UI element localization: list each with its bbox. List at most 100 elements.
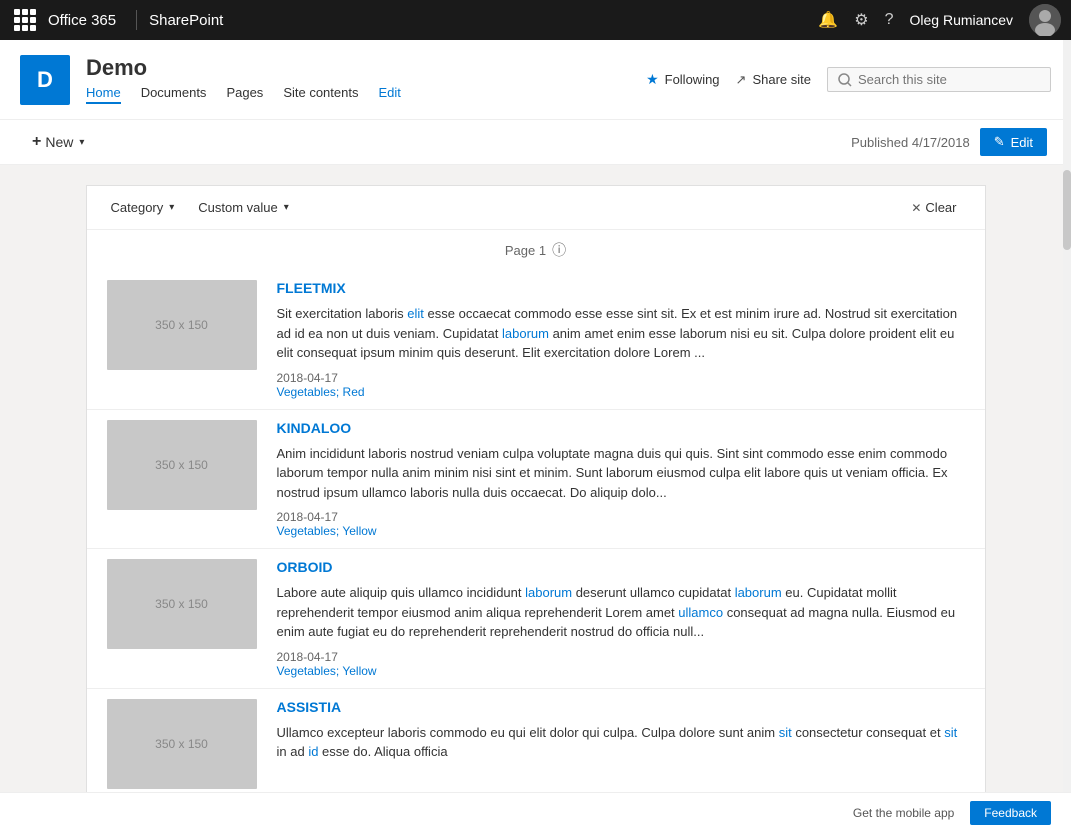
toolbar-right: Published 4/17/2018 ✎ Edit xyxy=(851,128,1047,156)
published-label: Published 4/17/2018 xyxy=(851,135,970,150)
main-content: Category ▾ Custom value ▾ ✕ Clear Page 1… xyxy=(0,165,1071,795)
nav-site-contents[interactable]: Site contents xyxy=(283,85,358,104)
item-4-excerpt: Ullamco excepteur laboris commodo eu qui… xyxy=(277,723,965,762)
item-3-content: ORBOID Labore aute aliquip quis ullamco … xyxy=(277,559,965,678)
search-icon xyxy=(838,73,852,87)
topbar: Office 365 SharePoint 🔔 ⚙ ? Oleg Rumianc… xyxy=(0,0,1071,40)
thumb-4-label: 350 x 150 xyxy=(155,737,208,751)
following-label: Following xyxy=(665,72,720,87)
share-icon: ↗ xyxy=(736,72,747,88)
item-3-date: 2018-04-17 xyxy=(277,650,965,664)
content-card: Category ▾ Custom value ▾ ✕ Clear Page 1… xyxy=(86,185,986,795)
custom-value-chevron-icon: ▾ xyxy=(284,202,289,213)
thumb-3-label: 350 x 150 xyxy=(155,597,208,611)
list-item: 350 x 150 ORBOID Labore aute aliquip qui… xyxy=(87,549,985,689)
item-3-thumbnail: 350 x 150 xyxy=(107,559,257,649)
app-name[interactable]: Office 365 xyxy=(48,12,116,29)
item-4-thumbnail: 350 x 150 xyxy=(107,699,257,789)
list-item: 350 x 150 FLEETMIX Sit exercitation labo… xyxy=(87,270,985,410)
nav-documents[interactable]: Documents xyxy=(141,85,207,104)
nav-pages[interactable]: Pages xyxy=(226,85,263,104)
waffle-menu[interactable] xyxy=(10,5,40,35)
item-2-category[interactable]: Vegetables; Yellow xyxy=(277,524,965,538)
item-2-thumbnail: 350 x 150 xyxy=(107,420,257,510)
new-chevron-icon: ▾ xyxy=(79,137,84,148)
site-name[interactable]: SharePoint xyxy=(149,12,223,29)
user-avatar[interactable] xyxy=(1029,4,1061,36)
item-1-category[interactable]: Vegetables; Red xyxy=(277,385,965,399)
new-button[interactable]: + New ▾ xyxy=(24,129,92,155)
edit-button[interactable]: ✎ Edit xyxy=(980,128,1047,156)
item-4-title[interactable]: ASSISTIA xyxy=(277,699,965,715)
filter-bar: Category ▾ Custom value ▾ ✕ Clear xyxy=(87,186,985,230)
item-3-link-2[interactable]: laborum xyxy=(735,585,782,600)
category-chevron-icon: ▾ xyxy=(169,202,174,213)
item-2-title[interactable]: KINDALOO xyxy=(277,420,965,436)
following-button[interactable]: ★ Following xyxy=(646,71,719,88)
item-3-category[interactable]: Vegetables; Yellow xyxy=(277,664,965,678)
edit-label: Edit xyxy=(1011,135,1033,150)
waffle-grid-icon xyxy=(14,9,36,31)
help-icon[interactable]: ? xyxy=(885,11,894,29)
custom-value-filter[interactable]: Custom value ▾ xyxy=(194,198,293,217)
share-label: Share site xyxy=(752,72,811,87)
scrollbar[interactable] xyxy=(1063,40,1071,792)
feedback-button[interactable]: Feedback xyxy=(970,801,1051,825)
avatar-icon xyxy=(1029,4,1061,36)
item-1-excerpt: Sit exercitation laboris elit esse occae… xyxy=(277,304,965,363)
thumb-1-label: 350 x 150 xyxy=(155,318,208,332)
clear-x-icon: ✕ xyxy=(911,201,921,215)
site-logo-initial: D xyxy=(37,67,53,93)
item-3-link-1[interactable]: laborum xyxy=(525,585,572,600)
site-search[interactable] xyxy=(827,67,1051,92)
item-3-title[interactable]: ORBOID xyxy=(277,559,965,575)
site-title-nav: Demo Home Documents Pages Site contents … xyxy=(86,55,401,104)
site-header: D Demo Home Documents Pages Site content… xyxy=(0,40,1071,120)
scrollbar-thumb[interactable] xyxy=(1063,170,1071,250)
mobile-app-link[interactable]: Get the mobile app xyxy=(853,806,954,820)
page-label: Page 1 xyxy=(505,243,546,258)
site-header-right: ★ Following ↗ Share site xyxy=(646,67,1051,92)
topbar-right: 🔔 ⚙ ? Oleg Rumiancev xyxy=(818,4,1061,36)
list-item: 350 x 150 ASSISTIA Ullamco excepteur lab… xyxy=(87,689,985,796)
item-1-content: FLEETMIX Sit exercitation laboris elit e… xyxy=(277,280,965,399)
search-input[interactable] xyxy=(858,72,1040,87)
list-item: 350 x 150 KINDALOO Anim incididunt labor… xyxy=(87,410,985,550)
items-list: 350 x 150 FLEETMIX Sit exercitation labo… xyxy=(87,270,985,795)
category-filter[interactable]: Category ▾ xyxy=(107,198,179,217)
new-label: New xyxy=(45,134,73,150)
item-4-link-2[interactable]: sit xyxy=(944,725,957,740)
topbar-divider xyxy=(136,10,137,30)
item-4-link-3[interactable]: id xyxy=(308,744,318,759)
category-label: Category xyxy=(111,200,164,215)
item-4-link-1[interactable]: sit xyxy=(779,725,792,740)
clear-label: Clear xyxy=(925,200,956,215)
item-3-link-3[interactable]: ullamco xyxy=(678,605,723,620)
share-site-button[interactable]: ↗ Share site xyxy=(736,72,811,88)
item-2-excerpt: Anim incididunt laboris nostrud veniam c… xyxy=(277,444,965,503)
notification-icon[interactable]: 🔔 xyxy=(818,10,838,30)
clear-button[interactable]: ✕ Clear xyxy=(903,198,964,217)
item-3-excerpt: Labore aute aliquip quis ullamco incidid… xyxy=(277,583,965,642)
settings-icon[interactable]: ⚙ xyxy=(854,10,868,30)
toolbar: + New ▾ Published 4/17/2018 ✎ Edit xyxy=(0,120,1071,165)
username[interactable]: Oleg Rumiancev xyxy=(910,12,1014,28)
site-title: Demo xyxy=(86,55,401,81)
nav-home[interactable]: Home xyxy=(86,85,121,104)
custom-value-label: Custom value xyxy=(198,200,277,215)
item-2-content: KINDALOO Anim incididunt laboris nostrud… xyxy=(277,420,965,539)
footer: Get the mobile app Feedback xyxy=(0,792,1071,832)
item-4-content: ASSISTIA Ullamco excepteur laboris commo… xyxy=(277,699,965,789)
edit-pencil-icon: ✎ xyxy=(994,134,1005,150)
item-1-thumbnail: 350 x 150 xyxy=(107,280,257,370)
page-indicator: Page 1 ⓘ xyxy=(87,230,985,270)
item-1-title[interactable]: FLEETMIX xyxy=(277,280,965,296)
item-1-link-2[interactable]: laborum xyxy=(502,326,549,341)
thumb-2-label: 350 x 150 xyxy=(155,458,208,472)
item-1-link-1[interactable]: elit xyxy=(407,306,424,321)
nav-edit[interactable]: Edit xyxy=(378,85,400,104)
item-2-date: 2018-04-17 xyxy=(277,510,965,524)
plus-icon: + xyxy=(32,133,41,151)
site-logo: D xyxy=(20,55,70,105)
page-info-icon: ⓘ xyxy=(552,240,566,260)
